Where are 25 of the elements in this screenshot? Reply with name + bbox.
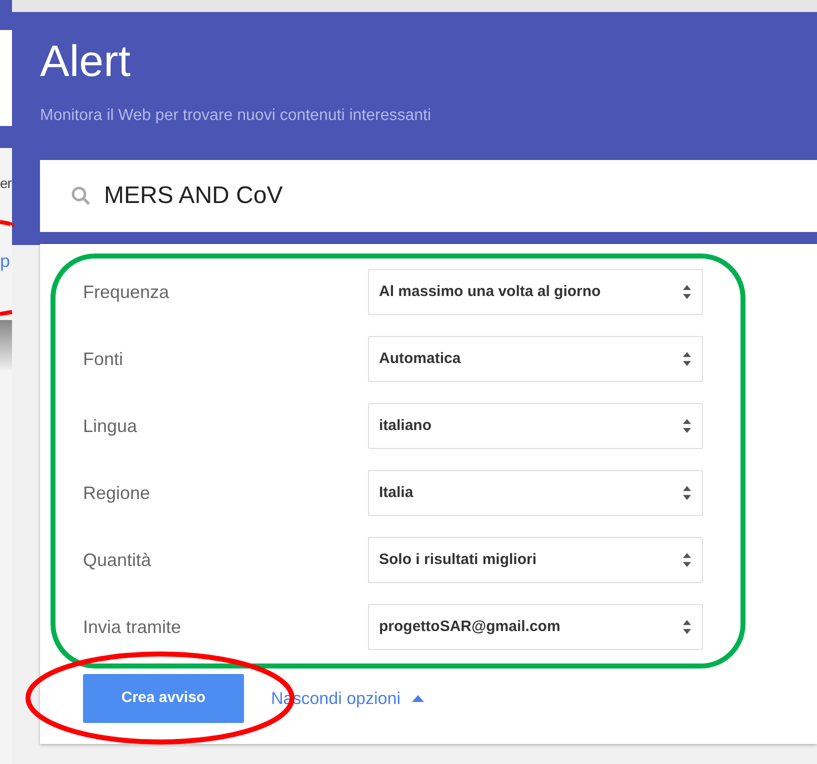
option-label: Quantità: [83, 548, 152, 572]
search-icon: [70, 185, 92, 207]
search-field[interactable]: MERS AND CoV: [40, 160, 817, 232]
option-select[interactable]: italiano: [368, 403, 703, 449]
background-text: er: [0, 176, 12, 190]
page-title: Alert: [40, 40, 132, 84]
updown-arrows-icon: [682, 418, 692, 434]
updown-arrows-icon: [682, 284, 692, 300]
gradient-stripes: [0, 320, 12, 370]
option-select[interactable]: Al massimo una volta al giorno: [368, 269, 703, 315]
option-label: Frequenza: [83, 280, 170, 304]
updown-arrows-icon: [682, 351, 692, 367]
updown-arrows-icon: [682, 485, 692, 501]
option-label: Regione: [83, 482, 152, 505]
option-label: Lingua: [83, 414, 138, 438]
option-select[interactable]: progettoSAR@gmail.com: [368, 604, 703, 650]
option-select[interactable]: Automatica: [368, 336, 703, 382]
option-label: Invia tramite: [83, 616, 182, 638]
option-select[interactable]: Solo i risultati migliori: [368, 537, 703, 583]
updown-arrows-icon: [682, 619, 692, 635]
search-query: MERS AND CoV: [104, 181, 283, 211]
updown-arrows-icon: [682, 552, 692, 568]
option-label: Fonti: [83, 348, 124, 370]
option-select[interactable]: Italia: [368, 470, 703, 516]
page-subtitle: Monitora il Web per trovare nuovi contenuti interessanti: [40, 106, 432, 126]
